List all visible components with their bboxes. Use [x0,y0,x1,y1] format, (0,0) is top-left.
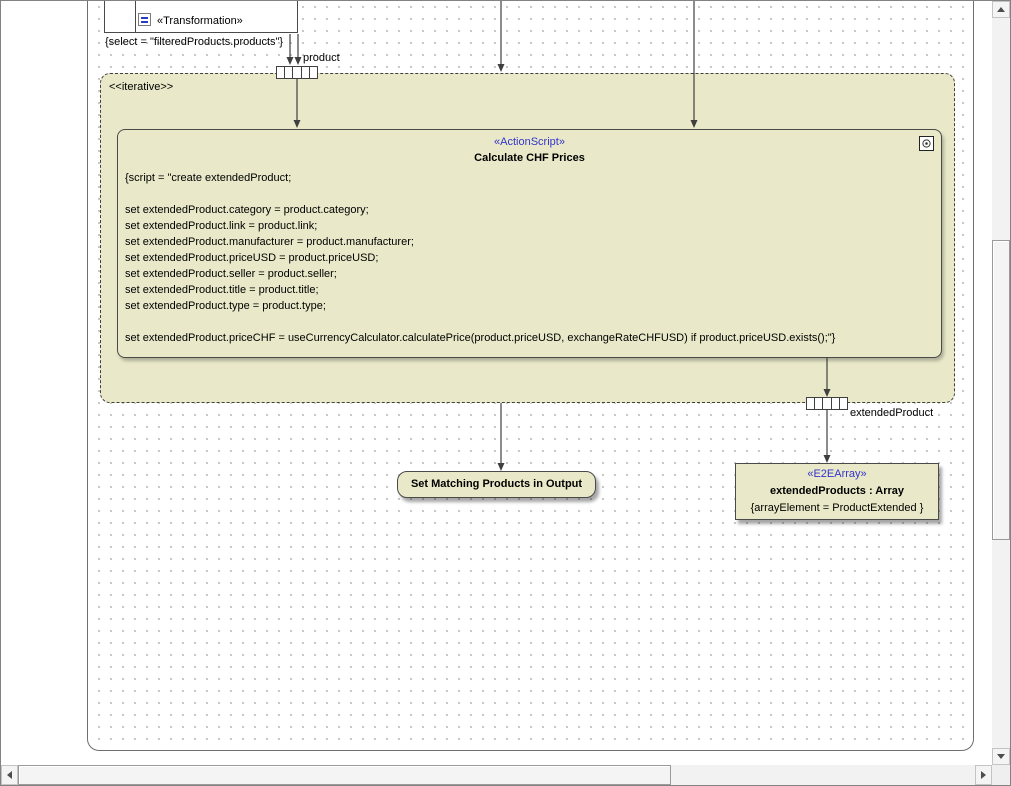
expansion-node-input[interactable] [276,66,318,79]
select-constraint-label[interactable]: {select = "filteredProducts.products"} [105,35,283,49]
script-line [125,314,937,330]
script-line: set extendedProduct.priceCHF = useCurren… [125,330,937,346]
scrollbar-corner [992,765,1010,785]
left-arrow-icon [7,771,12,779]
script-line: {script = "create extendedProduct; [125,170,937,186]
diagram-canvas[interactable]: «Transformation» {select = "filteredProd… [1,1,992,765]
script-text: {script = "create extendedProduct; set e… [125,170,937,346]
up-arrow-icon [997,7,1005,12]
script-badge-icon [919,136,934,151]
e2e-array-name: extendedProducts : Array [736,484,938,498]
expansion-node-output[interactable] [806,397,848,410]
horizontal-scrollbar[interactable] [1,765,992,785]
script-line: set extendedProduct.manufacturer = produ… [125,234,937,250]
e2e-array-constraint: {arrayElement = ProductExtended } [736,501,938,515]
vertical-scroll-thumb[interactable] [992,240,1010,540]
scroll-up-button[interactable] [992,1,1010,18]
script-line: set extendedProduct.seller = product.sel… [125,266,937,282]
scroll-right-button[interactable] [975,765,992,785]
right-arrow-icon [981,771,986,779]
script-line: set extendedProduct.type = product.type; [125,298,937,314]
action-script-stereotype: «ActionScript» [118,135,941,149]
script-line: set extendedProduct.title = product.titl… [125,282,937,298]
action-script-node[interactable]: «ActionScript» Calculate CHF Prices {scr… [117,129,942,358]
horizontal-scroll-thumb[interactable] [18,765,671,785]
output-pin-label[interactable]: extendedProduct [850,406,933,420]
vertical-scrollbar[interactable] [992,1,1010,765]
script-line: set extendedProduct.priceUSD = product.p… [125,250,937,266]
e2e-array-stereotype: «E2EArray» [736,467,938,481]
compartment-divider [135,1,136,32]
e2e-array-node[interactable]: «E2EArray» extendedProducts : Array {arr… [735,463,939,520]
set-matching-products-node[interactable]: Set Matching Products in Output [397,471,596,498]
scroll-down-button[interactable] [992,748,1010,765]
transformation-node[interactable]: «Transformation» [104,1,298,33]
scroll-left-button[interactable] [1,765,18,785]
action-script-title: Calculate CHF Prices [118,151,941,165]
iterative-region-label: <<iterative>> [109,80,173,94]
input-pin-label[interactable]: product [303,51,340,65]
down-arrow-icon [997,754,1005,759]
script-line [125,186,937,202]
script-line: set extendedProduct.link = product.link; [125,218,937,234]
transformation-icon [138,13,151,26]
script-line: set extendedProduct.category = product.c… [125,202,937,218]
transformation-stereotype: «Transformation» [157,14,243,28]
set-matching-products-label: Set Matching Products in Output [398,472,595,497]
